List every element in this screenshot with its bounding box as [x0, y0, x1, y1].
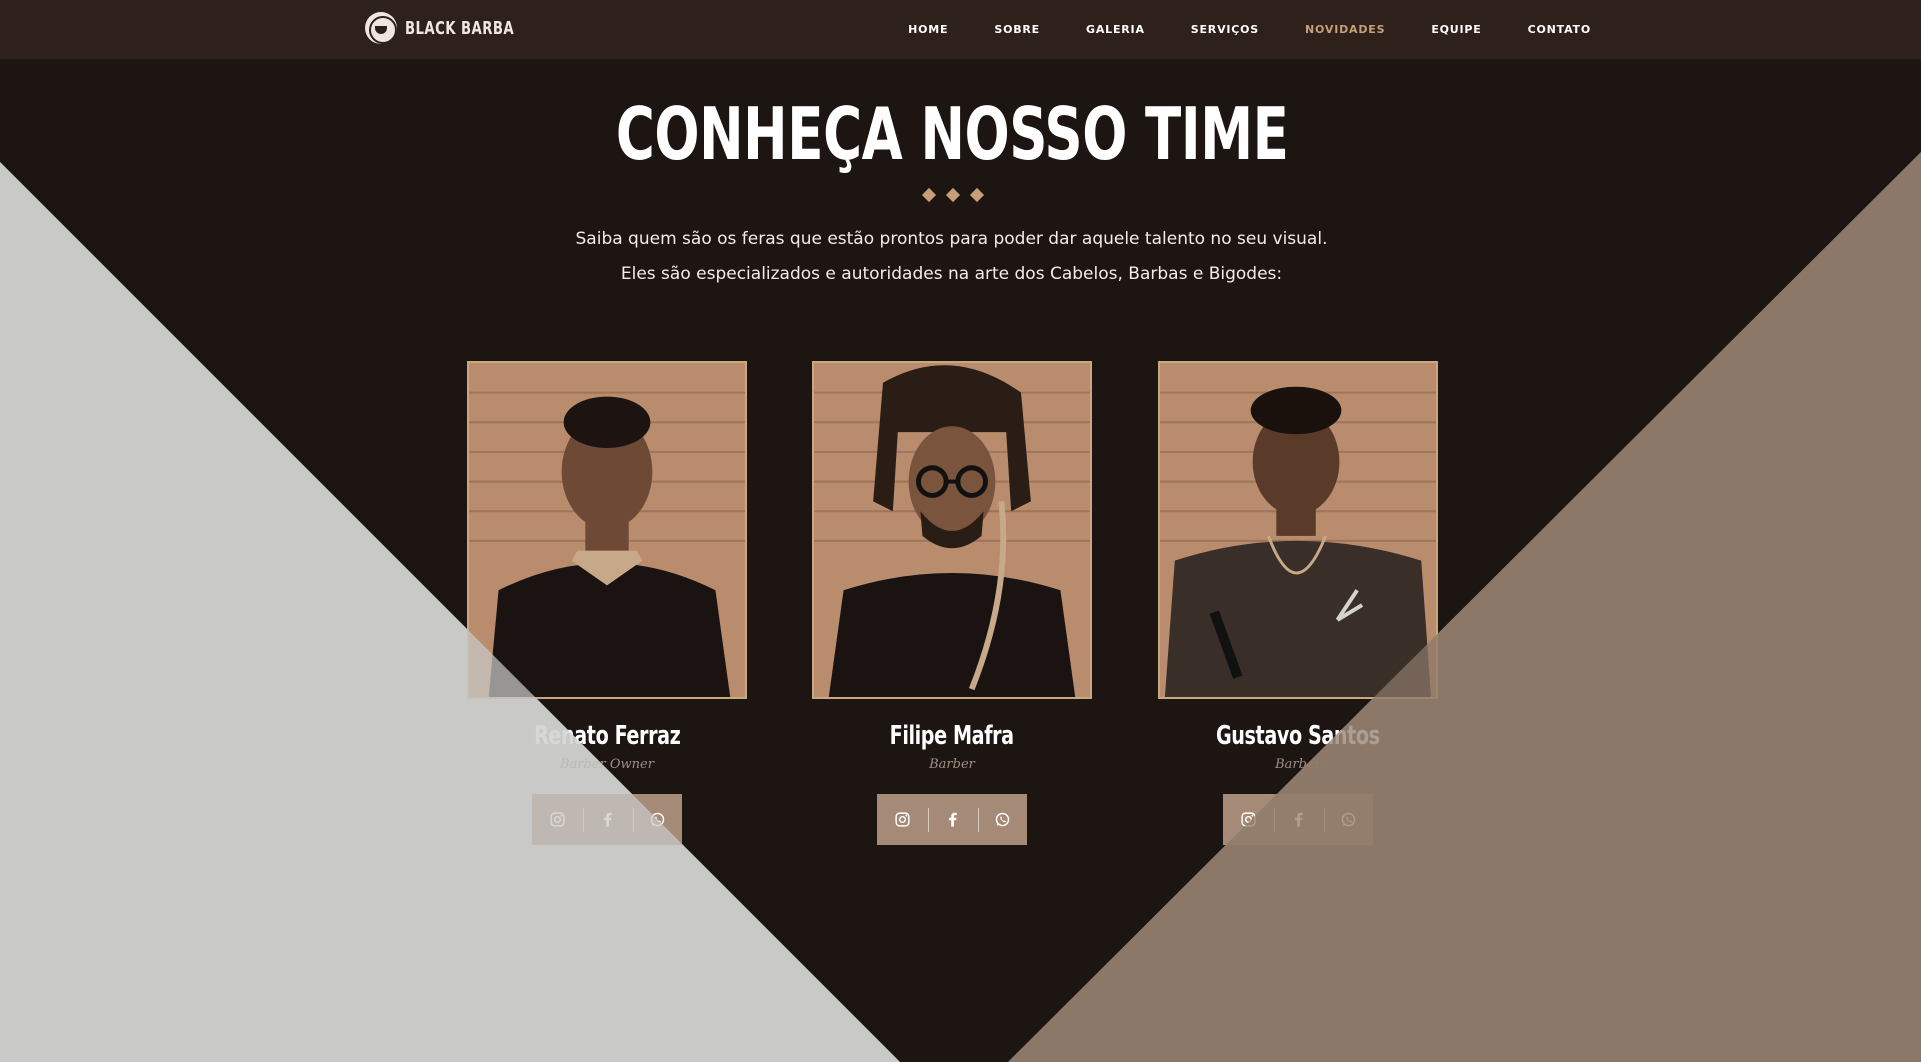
- nav-equipe[interactable]: EQUIPE: [1431, 23, 1481, 36]
- diamond-icon: [945, 187, 960, 203]
- section-title: CONHEÇA NOSSO TIME: [616, 92, 1289, 176]
- nav-contato[interactable]: CONTATO: [1528, 23, 1591, 36]
- site-header: BLACK BARBA HOME SOBRE GALERIA SERVIÇOS …: [0, 0, 1921, 59]
- title-divider: [0, 187, 1905, 203]
- section-subtitle-2: Eles são especializados e autoridades na…: [620, 264, 1283, 284]
- team-name: Renato Ferraz: [533, 721, 681, 751]
- team-role: Barber: [929, 757, 975, 772]
- facebook-icon[interactable]: [928, 794, 976, 845]
- diamond-icon: [969, 187, 984, 203]
- section-subtitle-1: Saiba quem são os feras que estão pronto…: [575, 229, 1328, 249]
- facebook-icon[interactable]: [583, 794, 631, 845]
- logo[interactable]: BLACK BARBA: [365, 12, 538, 44]
- main-nav: HOME SOBRE GALERIA SERVIÇOS NOVIDADES EQ…: [862, 0, 1591, 59]
- team-name: Gustavo Santos: [1216, 721, 1380, 751]
- nav-sobre[interactable]: SOBRE: [994, 23, 1040, 36]
- nav-home[interactable]: HOME: [908, 23, 948, 36]
- nav-novidades[interactable]: NOVIDADES: [1305, 23, 1385, 36]
- team-role: Barber: [1275, 757, 1321, 772]
- instagram-icon[interactable]: [878, 794, 926, 845]
- team-role: Barber Owner: [560, 757, 654, 772]
- social-links: [1223, 794, 1373, 845]
- whatsapp-icon[interactable]: [1324, 794, 1372, 845]
- instagram-icon[interactable]: [1224, 794, 1272, 845]
- team-card-gustavo: Gustavo Santos Barber: [1158, 361, 1438, 845]
- team-card-renato: Renato Ferraz Barber Owner: [467, 361, 747, 845]
- team-photo: [467, 361, 747, 699]
- barber-logo-icon: [365, 12, 397, 44]
- nav-servicos[interactable]: SERVIÇOS: [1191, 23, 1259, 36]
- whatsapp-icon[interactable]: [633, 794, 681, 845]
- social-links: [877, 794, 1027, 845]
- team-photo: [812, 361, 1092, 699]
- nav-galeria[interactable]: GALERIA: [1086, 23, 1145, 36]
- facebook-icon[interactable]: [1274, 794, 1322, 845]
- team-name: Filipe Mafra: [889, 721, 1015, 751]
- team-card-filipe: Filipe Mafra Barber: [812, 361, 1092, 845]
- team-photo: [1158, 361, 1438, 699]
- whatsapp-icon[interactable]: [978, 794, 1026, 845]
- social-links: [532, 794, 682, 845]
- logo-text: BLACK BARBA: [405, 17, 515, 39]
- instagram-icon[interactable]: [533, 794, 581, 845]
- diamond-icon: [921, 187, 936, 203]
